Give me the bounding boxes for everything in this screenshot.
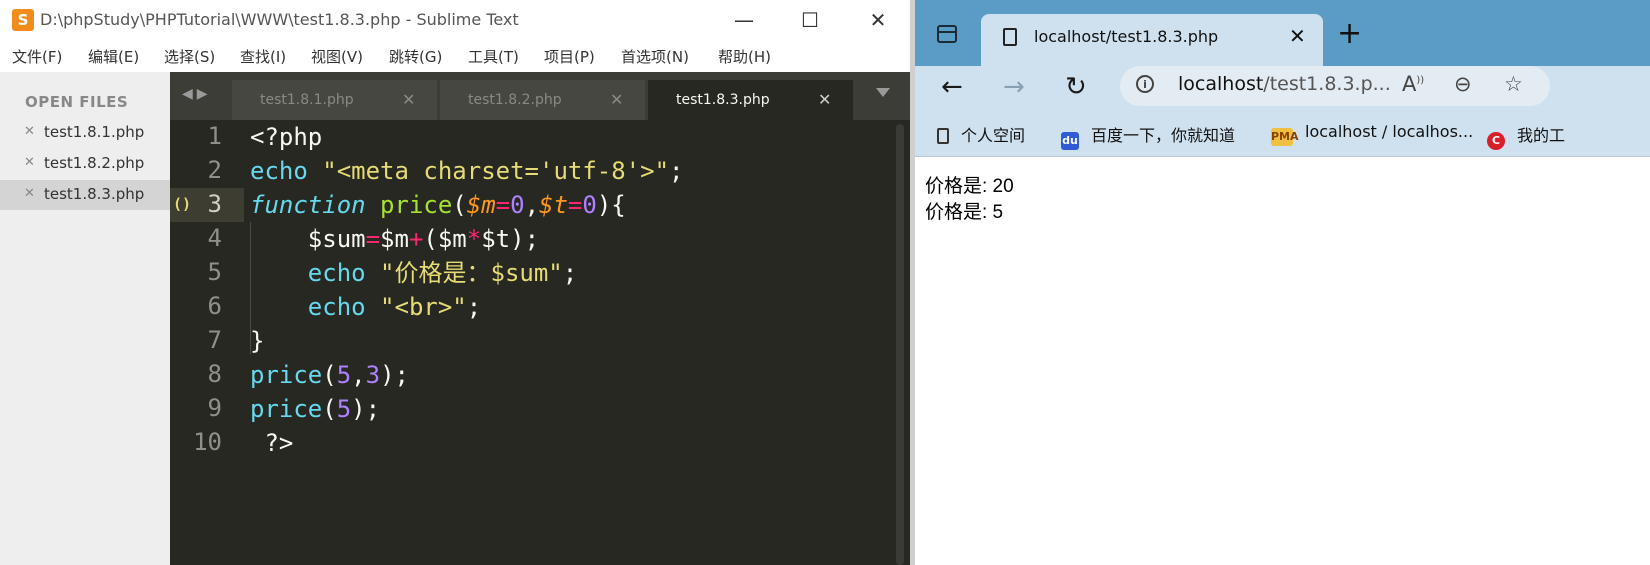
browser-tab-title: localhost/test1.8.3.php (1034, 27, 1219, 46)
bookmark-item[interactable]: C 我的工 (1487, 122, 1565, 150)
menu-selection[interactable]: 选择(S) (164, 46, 215, 67)
menu-preferences[interactable]: 首选项(N) (621, 46, 689, 67)
tab-nav-arrows-icon[interactable]: ◀▶ (182, 86, 212, 102)
reload-button[interactable]: ↻ (1065, 72, 1087, 102)
line-number: 5 (207, 258, 222, 286)
menu-help[interactable]: 帮助(H) (718, 46, 771, 67)
sidebar-file-item[interactable]: ✕ test1.8.1.php (0, 118, 170, 148)
sidebar: OPEN FILES ✕ test1.8.1.php ✕ test1.8.2.p… (0, 72, 170, 565)
sublime-window: S D:\phpStudy\PHPTutorial\WWW\test1.8.3.… (0, 0, 910, 565)
line-number: 6 (207, 292, 222, 320)
zoom-out-icon[interactable]: ⊖ (1454, 72, 1472, 96)
menu-find[interactable]: 查找(I) (240, 46, 286, 67)
address-bar[interactable]: i localhost/test1.8.3.p... A)) ⊖ ☆ (1120, 66, 1550, 106)
sidebar-file-item-selected[interactable]: ✕ test1.8.3.php (0, 180, 170, 210)
close-file-icon[interactable]: ✕ (24, 155, 35, 170)
window-title: D:\phpStudy\PHPTutorial\WWW\test1.8.3.ph… (40, 10, 519, 29)
sidebar-file-item[interactable]: ✕ test1.8.2.php (0, 149, 170, 179)
code-line: <?php (250, 123, 323, 151)
menu-tools[interactable]: 工具(T) (468, 46, 519, 67)
code-line: echo "价格是：$sum"; (307, 259, 578, 287)
add-favorite-icon[interactable]: ☆ (1504, 72, 1523, 96)
code-line: ?> (250, 429, 294, 457)
tab-close-icon[interactable]: ✕ (818, 90, 831, 109)
forward-button[interactable]: → (1003, 72, 1025, 102)
bookmark-item[interactable]: du 百度一下，你就知道 (1061, 122, 1235, 150)
bookmark-item[interactable]: 个人空间 (937, 122, 1025, 146)
page-icon (1003, 28, 1017, 46)
browser-toolbar: ← → ↻ i localhost/test1.8.3.p... A)) ⊖ ☆ (915, 66, 1650, 110)
maximize-button[interactable]: ☐ (788, 6, 832, 34)
site-info-icon[interactable]: i (1136, 75, 1154, 93)
tab-dropdown-icon[interactable] (876, 88, 890, 97)
tab-bar: ◀▶ test1.8.1.php ✕ test1.8.2.php ✕ test1… (170, 72, 910, 120)
close-tab-icon[interactable]: ✕ (1289, 24, 1306, 48)
output-line: 价格是: 20 (925, 176, 1014, 197)
line-number: 1 (207, 122, 222, 150)
back-button[interactable]: ← (941, 72, 963, 102)
line-number: 2 (207, 156, 222, 184)
menu-edit[interactable]: 编辑(E) (88, 46, 139, 67)
close-window-button[interactable]: ✕ (856, 6, 900, 34)
address-url[interactable]: localhost/test1.8.3.p... (1178, 73, 1391, 95)
close-file-icon[interactable]: ✕ (24, 124, 35, 139)
output-line: 价格是: 5 (925, 202, 1004, 223)
line-number: 4 (207, 224, 222, 252)
bookmarks-bar: 个人空间 du 百度一下，你就知道 PMA localhost / localhos… (915, 110, 1650, 157)
line-number-gutter: 1 2 3 4 5 6 7 8 9 10 (170, 120, 244, 565)
phpmyadmin-icon: PMA (1271, 128, 1299, 146)
browser-window: localhost/test1.8.3.php ✕ + ← → ↻ i loca… (915, 0, 1650, 565)
menu-file[interactable]: 文件(F) (12, 46, 62, 67)
code-line: price(5); (250, 395, 381, 423)
line-number: 10 (193, 428, 222, 456)
new-tab-button[interactable]: + (1337, 16, 1362, 51)
tab-label: test1.8.1.php (260, 92, 354, 108)
tab-test183-active[interactable]: test1.8.3.php ✕ (648, 80, 853, 120)
menu-bar: 文件(F) 编辑(E) 选择(S) 查找(I) 视图(V) 跳转(G) 工具(T… (0, 40, 910, 72)
menu-view[interactable]: 视图(V) (311, 46, 363, 67)
tab-test182[interactable]: test1.8.2.php ✕ (440, 80, 645, 120)
minimize-button[interactable]: — (722, 6, 766, 34)
code-line: price(5,3); (250, 361, 409, 389)
line-number: 8 (207, 360, 222, 388)
menu-project[interactable]: 项目(P) (544, 46, 595, 67)
code-line: echo "<meta charset='utf-8'>"; (250, 157, 684, 185)
editor-scrollbar[interactable] (896, 124, 904, 565)
code-line: } (250, 327, 265, 355)
tab-actions-icon[interactable] (937, 25, 957, 43)
bookmark-item[interactable]: PMA localhost / localhos... (1271, 122, 1473, 146)
bookmark-page-icon (937, 128, 949, 144)
line-number: 7 (207, 326, 222, 354)
tab-test181[interactable]: test1.8.1.php ✕ (232, 80, 437, 120)
line-number: 9 (207, 394, 222, 422)
menu-goto[interactable]: 跳转(G) (389, 46, 442, 67)
sidebar-file-label: test1.8.2.php (44, 154, 145, 172)
close-file-icon[interactable]: ✕ (24, 186, 35, 201)
browser-tab-strip: localhost/test1.8.3.php ✕ + (915, 0, 1650, 66)
code-line: $sum=$m+($m*$t); (250, 225, 540, 253)
red-c-icon: C (1487, 132, 1505, 150)
sidebar-file-label: test1.8.1.php (44, 123, 145, 141)
code-line: function price($m=0,$t=0){ (250, 191, 626, 219)
code-line: echo "<br>"; (307, 293, 482, 321)
tab-label: test1.8.3.php (676, 92, 770, 108)
read-aloud-icon[interactable]: A)) (1402, 72, 1424, 96)
code-area[interactable]: <?php echo "<meta charset='utf-8'>"; fun… (250, 120, 900, 565)
editor-pane[interactable]: ◀▶ test1.8.1.php ✕ test1.8.2.php ✕ test1… (170, 72, 910, 565)
sidebar-file-label: test1.8.3.php (44, 185, 145, 203)
tab-label: test1.8.2.php (468, 92, 562, 108)
title-bar: S D:\phpStudy\PHPTutorial\WWW\test1.8.3.… (0, 0, 910, 40)
open-files-header: OPEN FILES (25, 93, 129, 111)
browser-tab[interactable]: localhost/test1.8.3.php ✕ (981, 14, 1323, 66)
baidu-paw-icon: du (1061, 132, 1079, 150)
line-number: 3 (207, 190, 222, 218)
tab-close-icon[interactable]: ✕ (402, 90, 415, 109)
page-content: 价格是: 20 价格是: 5 (925, 174, 1014, 226)
sublime-logo-icon: S (12, 9, 34, 31)
tab-close-icon[interactable]: ✕ (610, 90, 623, 109)
